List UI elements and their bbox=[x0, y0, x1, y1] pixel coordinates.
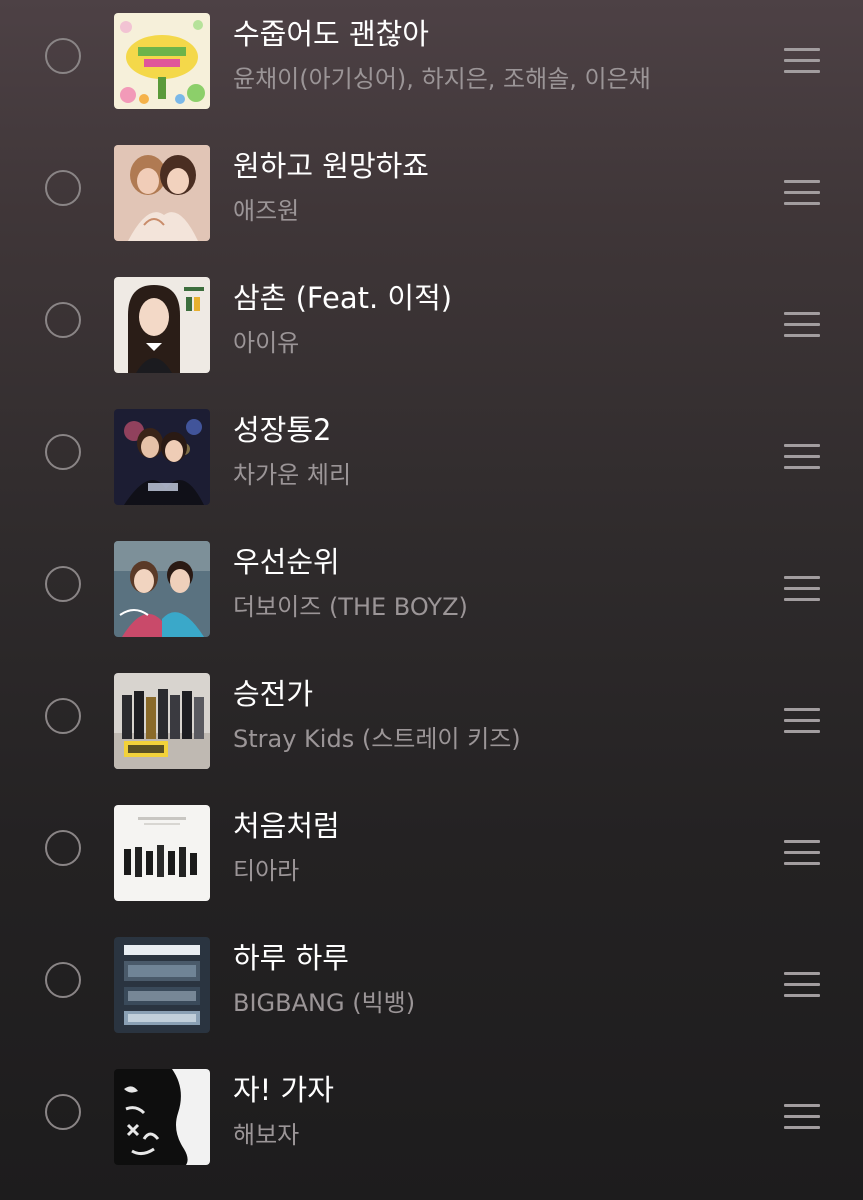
select-checkbox[interactable] bbox=[45, 566, 81, 602]
list-item[interactable]: 하루 하루 BIGBANG (빅뱅) bbox=[0, 918, 863, 1050]
drag-handle-icon[interactable] bbox=[784, 1104, 820, 1130]
track-title: 승전가 bbox=[233, 677, 314, 711]
track-title: 하루 하루 bbox=[233, 941, 349, 975]
drag-handle-icon[interactable] bbox=[784, 444, 820, 470]
album-art-icon bbox=[114, 409, 210, 505]
drag-handle-icon[interactable] bbox=[784, 48, 820, 74]
track-artist: Stray Kids (스트레이 키즈) bbox=[233, 725, 521, 753]
list-item[interactable]: 수줍어도 괜찮아 윤채이(아기싱어), 하지은, 조해솔, 이은채 bbox=[0, 0, 863, 126]
select-checkbox[interactable] bbox=[45, 434, 81, 470]
select-checkbox[interactable] bbox=[45, 1094, 81, 1130]
list-item[interactable]: 자! 가자 해보자 bbox=[0, 1050, 863, 1182]
album-art-icon bbox=[114, 673, 210, 769]
album-art-icon bbox=[114, 277, 210, 373]
playlist: 수줍어도 괜찮아 윤채이(아기싱어), 하지은, 조해솔, 이은채 원하고 원망… bbox=[0, 0, 863, 1182]
track-title: 원하고 원망하죠 bbox=[233, 149, 429, 183]
select-checkbox[interactable] bbox=[45, 830, 81, 866]
track-artist: 윤채이(아기싱어), 하지은, 조해솔, 이은채 bbox=[233, 65, 651, 93]
album-art-icon bbox=[114, 145, 210, 241]
album-art-icon bbox=[114, 937, 210, 1033]
track-artist: 차가운 체리 bbox=[233, 461, 352, 489]
album-art-icon bbox=[114, 805, 210, 901]
select-checkbox[interactable] bbox=[45, 170, 81, 206]
select-checkbox[interactable] bbox=[45, 302, 81, 338]
drag-handle-icon[interactable] bbox=[784, 312, 820, 338]
list-item[interactable]: 우선순위 더보이즈 (THE BOYZ) bbox=[0, 522, 863, 654]
track-artist: BIGBANG (빅뱅) bbox=[233, 989, 416, 1017]
list-item[interactable]: 원하고 원망하죠 애즈원 bbox=[0, 126, 863, 258]
list-item[interactable]: 성장통2 차가운 체리 bbox=[0, 390, 863, 522]
track-artist: 해보자 bbox=[233, 1121, 300, 1149]
track-title: 수줍어도 괜찮아 bbox=[233, 17, 429, 51]
drag-handle-icon[interactable] bbox=[784, 180, 820, 206]
select-checkbox[interactable] bbox=[45, 38, 81, 74]
track-artist: 아이유 bbox=[233, 329, 300, 357]
list-item[interactable]: 삼촌 (Feat. 이적) 아이유 bbox=[0, 258, 863, 390]
track-title: 자! 가자 bbox=[233, 1073, 334, 1107]
track-artist: 애즈원 bbox=[233, 197, 300, 225]
list-item[interactable]: 처음처럼 티아라 bbox=[0, 786, 863, 918]
album-art-icon bbox=[114, 13, 210, 109]
track-artist: 더보이즈 (THE BOYZ) bbox=[233, 593, 468, 621]
select-checkbox[interactable] bbox=[45, 962, 81, 998]
drag-handle-icon[interactable] bbox=[784, 576, 820, 602]
track-title: 성장통2 bbox=[233, 413, 332, 447]
select-checkbox[interactable] bbox=[45, 698, 81, 734]
album-art-icon bbox=[114, 541, 210, 637]
list-item[interactable]: 승전가 Stray Kids (스트레이 키즈) bbox=[0, 654, 863, 786]
drag-handle-icon[interactable] bbox=[784, 708, 820, 734]
track-artist: 티아라 bbox=[233, 857, 300, 885]
drag-handle-icon[interactable] bbox=[784, 972, 820, 998]
drag-handle-icon[interactable] bbox=[784, 840, 820, 866]
track-title: 처음처럼 bbox=[233, 809, 340, 843]
track-title: 우선순위 bbox=[233, 545, 340, 579]
track-title: 삼촌 (Feat. 이적) bbox=[233, 281, 453, 315]
album-art-icon bbox=[114, 1069, 210, 1165]
